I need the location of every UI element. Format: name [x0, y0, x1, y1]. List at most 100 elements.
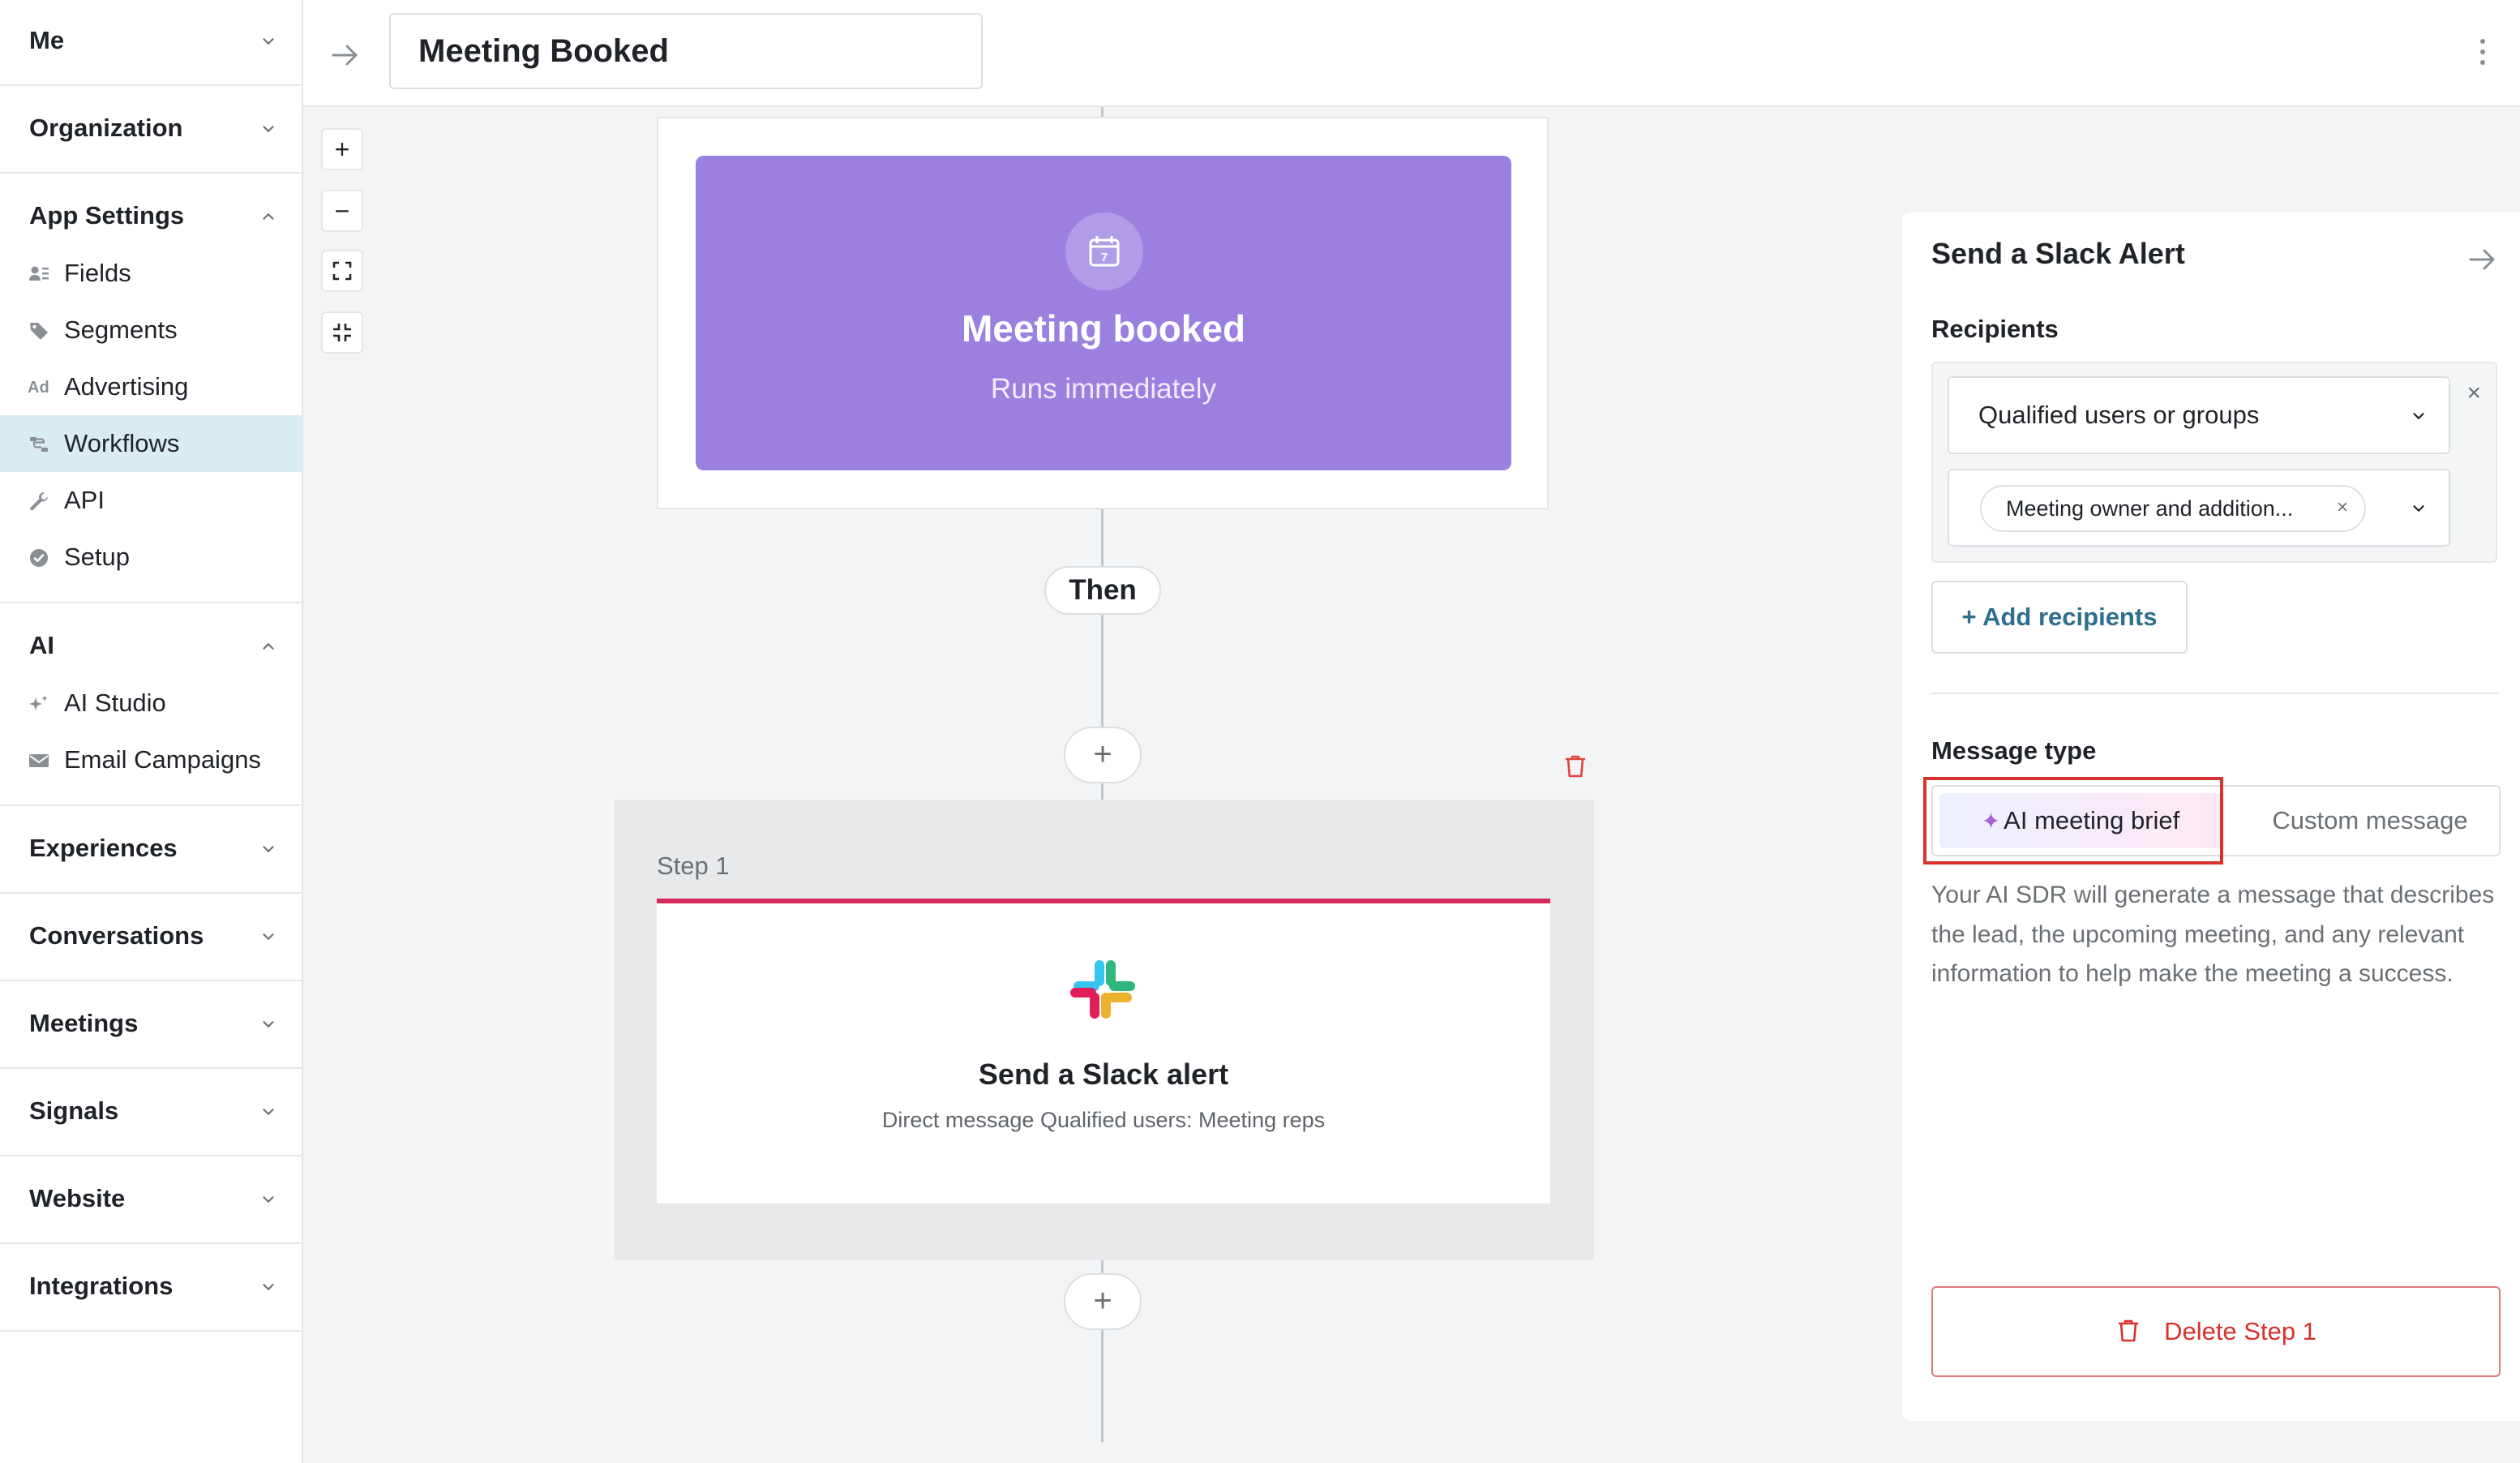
collapse-icon — [333, 324, 351, 341]
sidebar-section-label: Website — [29, 1184, 126, 1212]
step-container: Step 1 Send a Slack alert Direct message… — [615, 800, 1594, 1260]
chevron-down-icon — [259, 1278, 277, 1296]
sidebar-section-label: Me — [29, 26, 65, 54]
custom-message-option[interactable]: Custom message — [2241, 787, 2499, 855]
sidebar-item-segments[interactable]: Segments — [0, 302, 302, 358]
tag-icon — [28, 320, 50, 342]
message-type-label: Message type — [1931, 736, 2097, 765]
sidebar-section-conversations[interactable]: Conversations — [0, 894, 302, 981]
add-recipients-button[interactable]: + Add recipients — [1931, 581, 2188, 654]
sidebar-item-email-campaigns[interactable]: Email Campaigns — [0, 732, 302, 788]
divider — [1931, 693, 2499, 694]
wrench-icon — [28, 490, 50, 513]
sidebar-section-app-settings: App Settings Fields Segments Ad Advertis… — [0, 174, 302, 603]
arrow-right-icon[interactable] — [2466, 243, 2499, 276]
chip-remove-icon[interactable]: × — [2337, 487, 2348, 529]
chevron-down-icon — [259, 840, 277, 858]
sidebar-item-ai-studio[interactable]: AI Studio — [0, 675, 302, 732]
sidebar-item-fields[interactable]: Fields — [0, 245, 302, 302]
sidebar: Me Organization App Settings Fields Segm… — [0, 0, 303, 1463]
trash-icon[interactable] — [1562, 753, 1589, 780]
chevron-down-icon — [2410, 407, 2428, 425]
top-bar: Meeting Booked — [303, 0, 2520, 107]
sidebar-section-label: Organization — [29, 114, 183, 142]
step-label: Step 1 — [657, 852, 730, 880]
remove-recipient-icon[interactable]: × — [2466, 381, 2481, 405]
sidebar-item-label: API — [64, 486, 105, 514]
zoom-in-button[interactable]: + — [321, 128, 363, 170]
chevron-down-icon — [259, 928, 277, 946]
highlight-box — [1923, 777, 2223, 865]
sidebar-item-advertising[interactable]: Ad Advertising — [0, 358, 302, 415]
add-step-button[interactable]: + — [1064, 727, 1142, 783]
zoom-out-button[interactable]: − — [321, 190, 363, 232]
sidebar-item-api[interactable]: API — [0, 472, 302, 529]
calendar-day: 7 — [1101, 251, 1108, 264]
trash-icon — [2115, 1318, 2141, 1344]
sidebar-section-label[interactable]: App Settings — [29, 200, 184, 232]
chevron-down-icon — [2410, 500, 2428, 517]
slack-icon — [1070, 960, 1135, 1019]
sparkle-icon — [28, 693, 50, 715]
sidebar-section-me[interactable]: Me — [0, 0, 302, 86]
delete-step-button[interactable]: Delete Step 1 — [1931, 1286, 2501, 1377]
sidebar-section-label: Conversations — [29, 921, 204, 950]
step-card[interactable]: Send a Slack alert Direct message Qualif… — [657, 899, 1550, 1203]
message-type-description: Your AI SDR will generate a message that… — [1931, 882, 2495, 987]
more-options-icon[interactable] — [2478, 39, 2488, 71]
sidebar-section-label: Meetings — [29, 1009, 139, 1037]
sidebar-item-setup[interactable]: Setup — [0, 529, 302, 586]
then-label: Then — [1044, 566, 1161, 615]
recipients-label: Recipients — [1931, 315, 2059, 343]
calendar-icon: 7 — [1065, 212, 1143, 290]
collapse-view-button[interactable] — [321, 311, 363, 354]
chevron-down-icon — [259, 32, 277, 50]
chevron-down-icon — [259, 120, 277, 138]
panel-title: Send a Slack Alert — [1931, 237, 2185, 270]
trigger-subtitle: Runs immediately — [990, 373, 1217, 405]
sidebar-item-label: Advertising — [64, 372, 189, 401]
sidebar-section-organization[interactable]: Organization — [0, 86, 302, 174]
sidebar-item-label: Workflows — [64, 429, 180, 457]
sidebar-section-website[interactable]: Website — [0, 1156, 302, 1244]
trigger-card[interactable]: 7 Meeting booked Runs immediately — [696, 156, 1511, 470]
sidebar-section-label: Signals — [29, 1096, 119, 1125]
recipient-group: Qualified users or groups Meeting owner … — [1931, 362, 2497, 563]
sidebar-item-label: Setup — [64, 543, 131, 571]
arrow-right-icon[interactable] — [329, 39, 362, 71]
chevron-down-icon — [259, 1103, 277, 1121]
recipient-type-select[interactable]: Qualified users or groups — [1948, 376, 2450, 454]
recipient-chip[interactable]: Meeting owner and addition... × — [1980, 485, 2366, 532]
fit-view-button[interactable] — [321, 250, 363, 292]
recipient-multiselect[interactable]: Meeting owner and addition... × — [1948, 469, 2450, 547]
recipient-type-value: Qualified users or groups — [1978, 401, 2260, 429]
chevron-down-icon — [259, 1015, 277, 1033]
sidebar-item-label: Fields — [64, 259, 131, 287]
add-step-button[interactable]: + — [1064, 1273, 1142, 1330]
ad-icon: Ad — [28, 379, 49, 397]
chevron-up-icon[interactable] — [259, 637, 277, 655]
chevron-up-icon[interactable] — [259, 208, 277, 225]
sidebar-item-label: Segments — [64, 315, 178, 344]
sidebar-item-workflows[interactable]: Workflows — [0, 415, 302, 472]
sidebar-item-label: Email Campaigns — [64, 745, 261, 774]
trigger-node[interactable]: 7 Meeting booked Runs immediately — [657, 117, 1549, 509]
sidebar-section-ai: AI AI Studio Email Campaigns — [0, 603, 302, 806]
step-title: Send a Slack alert — [978, 1058, 1229, 1091]
check-circle-icon — [28, 547, 50, 569]
envelope-icon — [28, 749, 50, 772]
workflow-name-input[interactable]: Meeting Booked — [389, 13, 983, 89]
step-description: Direct message Qualified users: Meeting … — [881, 1108, 1326, 1132]
expand-icon — [332, 261, 352, 281]
recipient-chip-label: Meeting owner and addition... — [2006, 496, 2294, 521]
chevron-down-icon — [259, 1191, 277, 1208]
delete-step-label: Delete Step 1 — [2164, 1317, 2316, 1345]
trigger-title: Meeting booked — [961, 307, 1246, 350]
sidebar-section-signals[interactable]: Signals — [0, 1069, 302, 1156]
sidebar-section-experiences[interactable]: Experiences — [0, 806, 302, 894]
sidebar-section-integrations[interactable]: Integrations — [0, 1244, 302, 1332]
sidebar-section-label[interactable]: AI — [29, 629, 54, 662]
sidebar-section-meetings[interactable]: Meetings — [0, 981, 302, 1069]
user-fields-icon — [28, 263, 50, 285]
sidebar-section-label: Experiences — [29, 834, 178, 862]
